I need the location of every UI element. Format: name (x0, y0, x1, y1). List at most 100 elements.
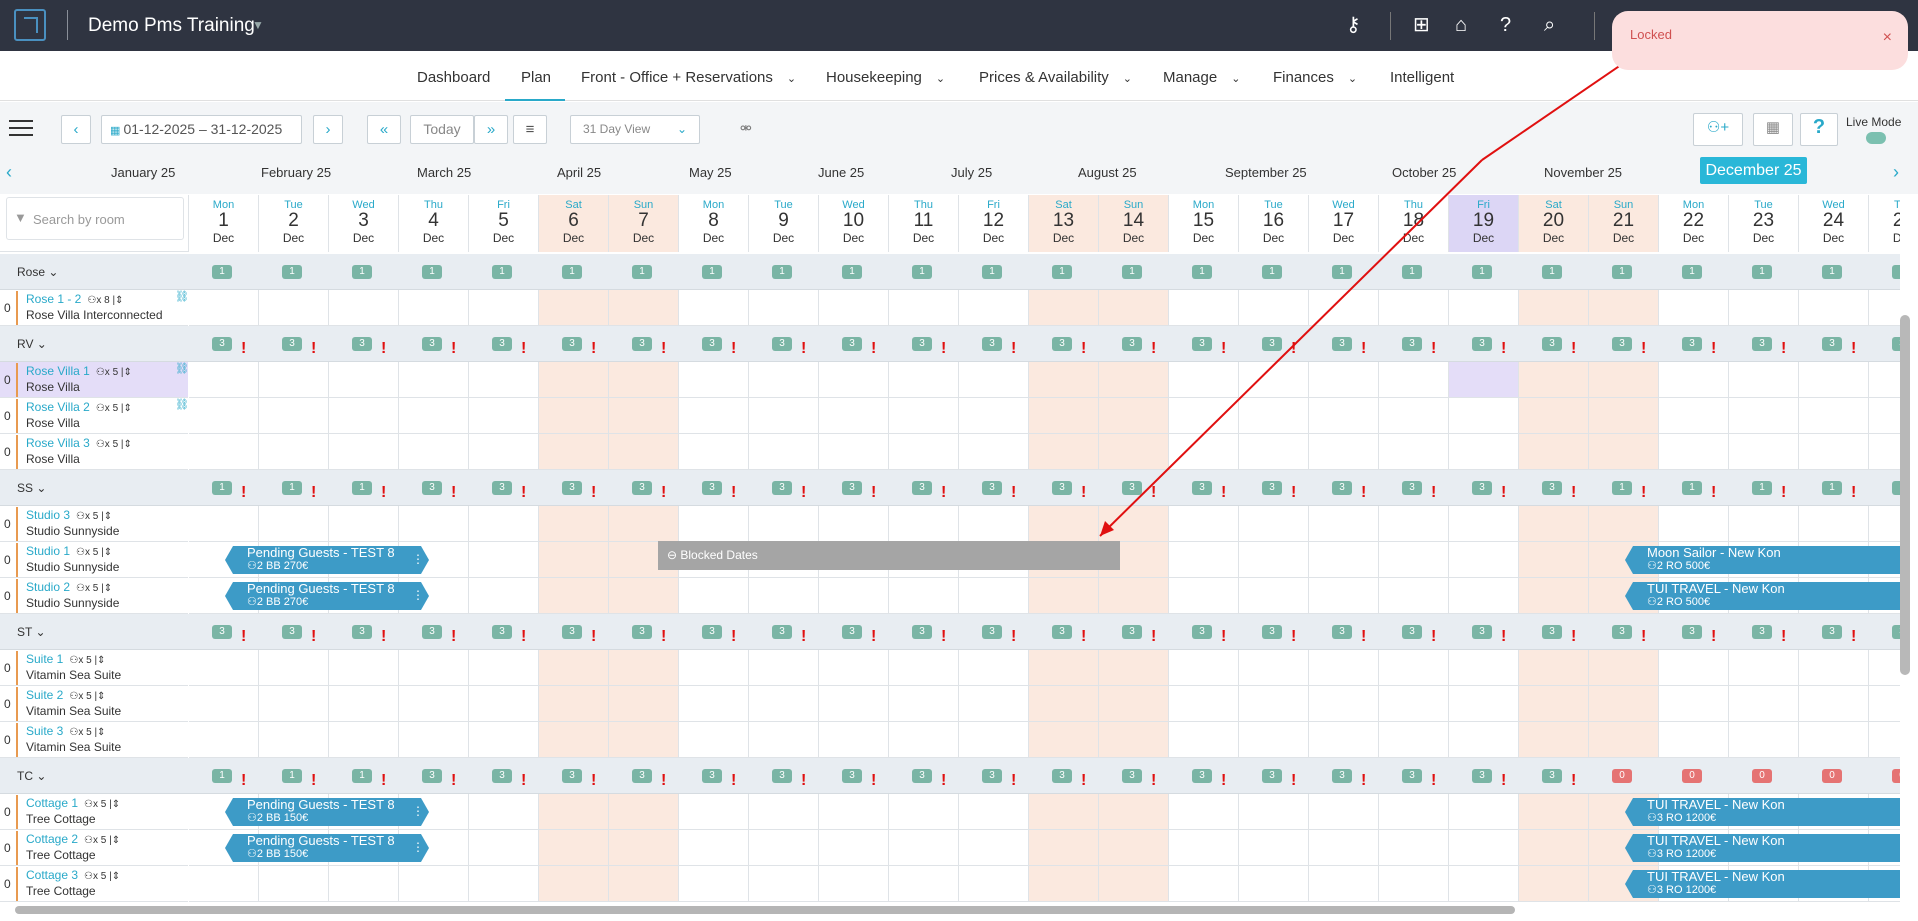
grid-cell[interactable] (1169, 542, 1239, 578)
grid-cell[interactable] (469, 722, 539, 758)
grid-cell[interactable] (1449, 722, 1519, 758)
grid-cell[interactable] (959, 686, 1029, 722)
grid-cell[interactable] (679, 578, 749, 614)
vertical-scrollbar[interactable] (1900, 315, 1910, 675)
grid-cell[interactable] (259, 434, 329, 470)
grid-cell[interactable] (889, 722, 959, 758)
grid-cell[interactable] (959, 830, 1029, 866)
grid-cell[interactable] (1519, 578, 1589, 614)
grid-cell[interactable] (1729, 686, 1799, 722)
grid-cell[interactable] (469, 866, 539, 902)
grid-cell[interactable] (1029, 830, 1099, 866)
grid-cell[interactable] (1659, 506, 1729, 542)
grid-cell[interactable] (1239, 650, 1309, 686)
grid-cell[interactable] (889, 866, 959, 902)
grid-cell[interactable] (609, 290, 679, 326)
grid-cell[interactable] (259, 686, 329, 722)
booking-bar[interactable]: TUI TRAVEL - New Kon⚇3 RO 1200€⋮ (1625, 798, 1900, 826)
day-header[interactable]: Wed 3 Dec (329, 195, 399, 252)
grid-cell[interactable] (749, 290, 819, 326)
help-icon[interactable]: ? (1500, 14, 1511, 36)
month-mar[interactable]: March 25 (417, 165, 471, 180)
grid-cell[interactable] (1309, 794, 1379, 830)
grid-cell[interactable] (1029, 398, 1099, 434)
grid-cell[interactable] (1659, 362, 1729, 398)
grid-cell[interactable] (1239, 578, 1309, 614)
room-name[interactable]: Rose Villa 2 ⚇x 5 |⇕ (26, 400, 132, 414)
grid-cell[interactable] (539, 434, 609, 470)
grid-cell[interactable] (1589, 398, 1659, 434)
month-apr[interactable]: April 25 (557, 165, 601, 180)
grid-cell[interactable] (1449, 434, 1519, 470)
day-header[interactable]: Fri 12 Dec (959, 195, 1029, 252)
grid-cell[interactable] (1799, 362, 1869, 398)
grid-cell[interactable] (819, 434, 889, 470)
grid-cell[interactable] (1379, 362, 1449, 398)
add-guest-button[interactable]: ⚇+ (1693, 113, 1743, 146)
grid-cell[interactable] (1029, 578, 1099, 614)
day-header[interactable]: Mon 8 Dec (679, 195, 749, 252)
grid-cell[interactable] (1799, 506, 1869, 542)
grid-cell[interactable] (1239, 542, 1309, 578)
grid-cell[interactable] (679, 794, 749, 830)
grid-cell[interactable] (749, 362, 819, 398)
grid-cell[interactable] (1309, 578, 1379, 614)
grid-cell[interactable] (959, 650, 1029, 686)
grid-cell[interactable] (1659, 650, 1729, 686)
room-row[interactable]: 0 Suite 1 ⚇x 5 |⇕ Vitamin Sea Suite (0, 650, 188, 686)
grid-cell[interactable] (1379, 686, 1449, 722)
room-row[interactable]: 0 Rose Villa 1 ⚇x 5 |⇕ Rose Villa ⛓ (0, 362, 189, 398)
grid-cell[interactable] (749, 578, 819, 614)
grid-cell[interactable] (1239, 362, 1309, 398)
grid-cell[interactable] (399, 290, 469, 326)
grid-cell[interactable] (1309, 398, 1379, 434)
day-header[interactable]: Tue 2 Dec (259, 195, 329, 252)
grid-cell[interactable] (1449, 506, 1519, 542)
grid-cell[interactable] (399, 686, 469, 722)
grid-cell[interactable] (1169, 290, 1239, 326)
grid-cell[interactable] (679, 722, 749, 758)
grid-cell[interactable] (399, 434, 469, 470)
grid-cell[interactable] (1379, 830, 1449, 866)
grid-cell[interactable] (819, 794, 889, 830)
grid-cell[interactable] (1169, 434, 1239, 470)
grid-cell[interactable] (959, 506, 1029, 542)
grid-cell[interactable] (1659, 722, 1729, 758)
live-mode-toggle[interactable] (1866, 132, 1886, 144)
grid-cell[interactable] (1099, 578, 1169, 614)
help-icon[interactable]: ? (1800, 113, 1838, 146)
day-header[interactable]: Sat 20 Dec (1519, 195, 1589, 252)
grid-cell[interactable] (469, 362, 539, 398)
grid-cell[interactable] (469, 794, 539, 830)
grid-cell[interactable] (1099, 434, 1169, 470)
grid-cell[interactable] (889, 650, 959, 686)
grid-cell[interactable] (1449, 398, 1519, 434)
grid-cell[interactable] (1519, 398, 1589, 434)
grid-cell[interactable] (469, 434, 539, 470)
grid-cell[interactable] (1519, 650, 1589, 686)
grid-cell[interactable] (749, 686, 819, 722)
app-logo[interactable] (14, 9, 46, 41)
grid-cell[interactable] (1799, 650, 1869, 686)
grid-cell[interactable] (819, 866, 889, 902)
grid-cell[interactable] (399, 650, 469, 686)
day-header[interactable]: Sun 21 Dec (1589, 195, 1659, 252)
grid-cell[interactable] (1239, 830, 1309, 866)
property-name[interactable]: Demo Pms Training (88, 15, 255, 37)
grid-cell[interactable] (1169, 362, 1239, 398)
grid-cell[interactable] (1239, 398, 1309, 434)
grid-cell[interactable] (1309, 722, 1379, 758)
nav-intelligent[interactable]: Intelligent (1390, 69, 1454, 86)
month-aug[interactable]: August 25 (1078, 165, 1137, 180)
booking-bar[interactable]: TUI TRAVEL - New Kon⚇3 RO 1200€⋮ (1625, 834, 1900, 862)
grid-cell[interactable] (329, 722, 399, 758)
grid-cell[interactable] (1449, 650, 1519, 686)
grid-cell[interactable] (469, 578, 539, 614)
grid-cell[interactable] (259, 290, 329, 326)
nav-front-office[interactable]: Front - Office + Reservations ⌄ (581, 69, 796, 86)
day-header[interactable]: Fri 5 Dec (469, 195, 539, 252)
day-header[interactable]: Wed 24 Dec (1799, 195, 1869, 252)
grid-cell[interactable] (1589, 686, 1659, 722)
grid-cell[interactable] (1799, 434, 1869, 470)
hide-icon[interactable]: ⚮ (740, 120, 752, 137)
